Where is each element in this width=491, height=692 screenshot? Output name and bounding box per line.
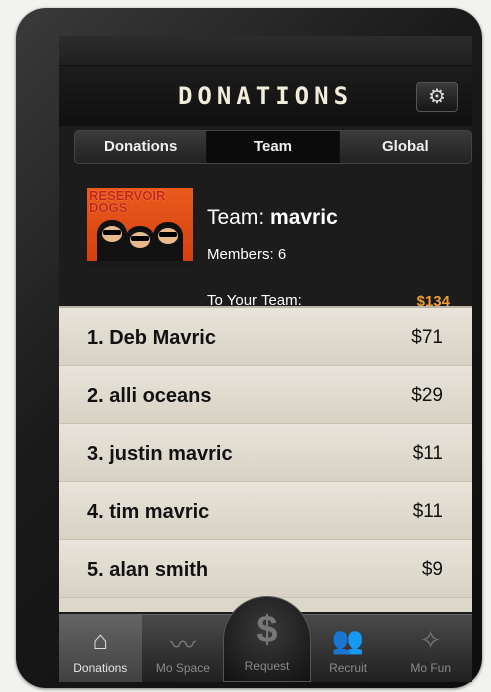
members-line: Members: 6 [207,246,286,263]
leaderboard-row[interactable]: 5. alan smith $9 [59,540,472,598]
house-icon: ⌂ [92,625,109,655]
segment-team[interactable]: Team [207,131,340,163]
tab-mo-space[interactable]: 〰 Mo Space [142,615,225,682]
tablet-frame: DONATIONS ⚙ Donations Team Global RESERV… [16,8,482,688]
segmented-control: Donations Team Global [74,130,472,164]
tab-label: Request [244,659,290,673]
donor-amount: $29 [411,385,443,406]
mofun-logo-icon: ✧ [419,625,442,655]
gear-icon: ⚙ [428,86,446,108]
tab-donations[interactable]: ⌂ Donations [59,615,142,682]
leaderboard-list: 1. Deb Mavric $71 2. alli oceans $29 3. … [59,306,472,612]
segment-donations[interactable]: Donations [75,131,208,163]
leaderboard-row[interactable]: 2. alli oceans $29 [59,366,472,424]
members-count: 6 [277,246,287,263]
members-label: Members: [207,246,274,263]
dollar-icon: $ [256,609,278,651]
people-icon: 👥 [331,625,365,655]
donor-name: 1. Deb Mavric [87,327,216,349]
nav-bar: DONATIONS ⚙ [59,66,472,126]
donor-amount: $9 [421,559,443,580]
tab-label: Mo Fun [410,661,452,675]
leaderboard-row[interactable]: 3. justin mavric $11 [59,424,472,482]
donor-amount: $71 [411,327,443,348]
tab-label: Recruit [329,661,368,675]
donor-name: 2. alli oceans [87,385,212,407]
tab-request[interactable]: $ Request [223,596,311,682]
team-summary: RESERVOIR DOGS Team: mavric Members: 6 T… [59,166,472,310]
page-title: DONATIONS [177,82,354,110]
segment-global[interactable]: Global [340,131,471,163]
app-screen: DONATIONS ⚙ Donations Team Global RESERV… [59,36,472,682]
donor-name: 3. justin mavric [87,443,233,465]
tab-mo-fun[interactable]: ✧ Mo Fun [389,615,472,682]
settings-button[interactable]: ⚙ [416,82,458,112]
donor-name: 4. tim mavric [87,501,210,523]
team-image: RESERVOIR DOGS [87,188,193,270]
donor-amount: $11 [412,443,443,464]
mustache-icon: 〰 [169,630,196,660]
tab-recruit[interactable]: 👥 Recruit [307,615,390,682]
leaderboard-row[interactable]: 1. Deb Mavric $71 [59,308,472,366]
tab-label: Mo Space [155,661,210,675]
donor-name: 5. alan smith [87,559,209,581]
tab-label: Donations [73,661,128,675]
leaderboard-row[interactable]: 4. tim mavric $11 [59,482,472,540]
donor-amount: $11 [412,501,443,522]
team-name-prefix: Team: [207,206,265,229]
team-name: mavric [270,206,338,229]
image-strip [87,261,193,270]
team-name-line: Team: mavric [207,206,338,230]
status-bar [59,36,472,66]
team-image-text: RESERVOIR DOGS [89,188,166,215]
